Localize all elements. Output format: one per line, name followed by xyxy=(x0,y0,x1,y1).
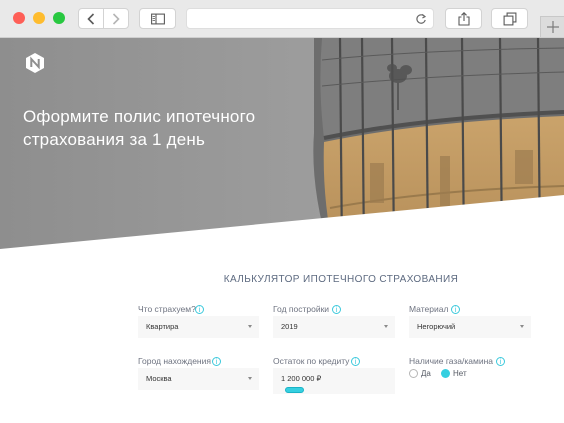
gas-no-radio[interactable] xyxy=(441,369,450,378)
material-value: Негорючий xyxy=(417,322,456,331)
loan-balance-info-icon[interactable]: i xyxy=(351,357,360,366)
gas-info-icon[interactable]: i xyxy=(496,357,505,366)
share-button[interactable] xyxy=(445,8,482,29)
address-bar[interactable] xyxy=(186,8,434,29)
year-built-label: Год постройки xyxy=(273,304,330,314)
back-button[interactable] xyxy=(78,8,104,29)
year-built-info-icon[interactable]: i xyxy=(332,305,341,314)
city-value: Москва xyxy=(146,374,172,383)
what-insure-select[interactable]: Квартира xyxy=(138,316,259,338)
city-select[interactable]: Москва xyxy=(138,368,259,390)
calculator-title: КАЛЬКУЛЯТОР ИПОТЕЧНОГО СТРАХОВАНИЯ xyxy=(223,274,459,285)
material-label: Материал xyxy=(409,304,449,314)
close-window-button[interactable] xyxy=(13,12,25,24)
chevron-down-icon xyxy=(248,377,252,380)
chevron-down-icon xyxy=(384,325,388,328)
gas-no-label: Нет xyxy=(453,369,467,378)
year-built-value: 2019 xyxy=(281,322,298,331)
hero-title-line-1: Оформите полис ипотечного xyxy=(23,107,256,126)
sidebar-button[interactable] xyxy=(139,8,176,29)
hero-banner: Оформите полис ипотечного страхования за… xyxy=(0,38,564,253)
material-info-icon[interactable]: i xyxy=(451,305,460,314)
brand-logo-icon[interactable] xyxy=(25,53,45,73)
what-insure-label: Что страхуем? xyxy=(138,304,196,314)
new-tab-button[interactable] xyxy=(540,16,564,37)
gas-yes-radio[interactable] xyxy=(409,369,418,378)
city-label: Город нахождения xyxy=(138,356,211,366)
chevron-down-icon xyxy=(248,325,252,328)
hero-title: Оформите полис ипотечного страхования за… xyxy=(23,105,323,151)
what-insure-value: Квартира xyxy=(146,322,179,331)
year-built-select[interactable]: 2019 xyxy=(273,316,395,338)
forward-button[interactable] xyxy=(103,8,129,29)
share-icon xyxy=(457,11,470,26)
loan-balance-label: Остаток по кредиту xyxy=(273,356,350,366)
hero-title-line-2: страхования за 1 день xyxy=(23,130,206,149)
city-info-icon[interactable]: i xyxy=(212,357,221,366)
zoom-window-button[interactable] xyxy=(53,12,65,24)
material-select[interactable]: Негорючий xyxy=(409,316,531,338)
browser-toolbar xyxy=(0,0,564,38)
forward-icon xyxy=(112,12,120,25)
reload-icon[interactable] xyxy=(415,13,427,25)
tabs-button[interactable] xyxy=(491,8,528,29)
gas-label: Наличие газа/камина xyxy=(409,356,494,366)
loan-balance-slider-handle[interactable] xyxy=(285,387,304,393)
chevron-down-icon xyxy=(520,325,524,328)
back-icon xyxy=(87,12,95,25)
gas-yes-label: Да xyxy=(421,369,431,378)
minimize-window-button[interactable] xyxy=(33,12,45,24)
sidebar-icon xyxy=(150,13,165,24)
what-insure-info-icon[interactable]: i xyxy=(195,305,204,314)
loan-balance-value: 1 200 000 ₽ xyxy=(281,374,322,383)
tabs-icon xyxy=(503,12,516,25)
plus-icon xyxy=(547,21,559,33)
